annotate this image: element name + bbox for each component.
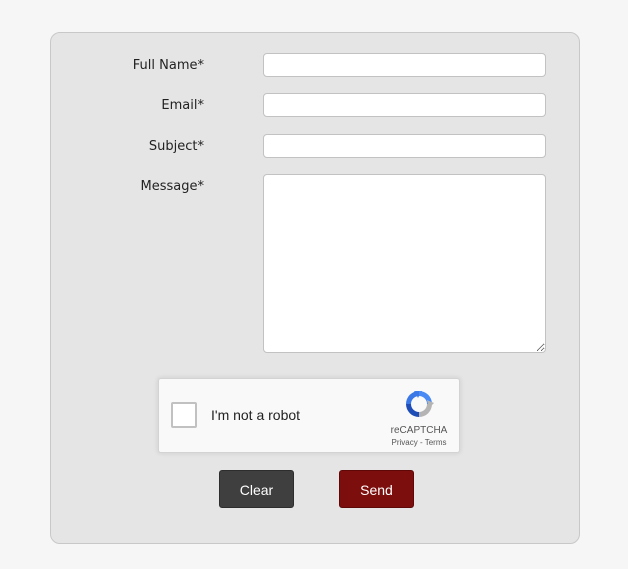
- terms-link[interactable]: Terms: [425, 438, 447, 447]
- send-button[interactable]: Send: [339, 470, 414, 508]
- email-input[interactable]: [263, 93, 546, 117]
- message-textarea[interactable]: [263, 174, 546, 353]
- recaptcha-checkbox-label: I'm not a robot: [211, 407, 301, 423]
- clear-button[interactable]: Clear: [219, 470, 294, 508]
- recaptcha-brand-text: reCAPTCHA: [390, 425, 448, 436]
- full-name-input[interactable]: [263, 53, 546, 77]
- subject-input[interactable]: [263, 134, 546, 158]
- recaptcha-checkbox[interactable]: [171, 402, 197, 428]
- link-separator: -: [417, 438, 425, 447]
- full-name-label: Full Name*: [132, 58, 204, 73]
- recaptcha-icon: [406, 391, 434, 417]
- recaptcha-links: Privacy - Terms: [381, 438, 457, 447]
- privacy-link[interactable]: Privacy: [392, 438, 418, 447]
- message-label: Message*: [140, 179, 204, 194]
- contact-form-panel: Full Name* Email* Subject* Message* I'm …: [50, 32, 580, 544]
- email-label: Email*: [161, 98, 204, 113]
- recaptcha-widget: I'm not a robot reCAPTCHA Privacy - Term…: [158, 378, 460, 453]
- subject-label: Subject*: [148, 139, 204, 154]
